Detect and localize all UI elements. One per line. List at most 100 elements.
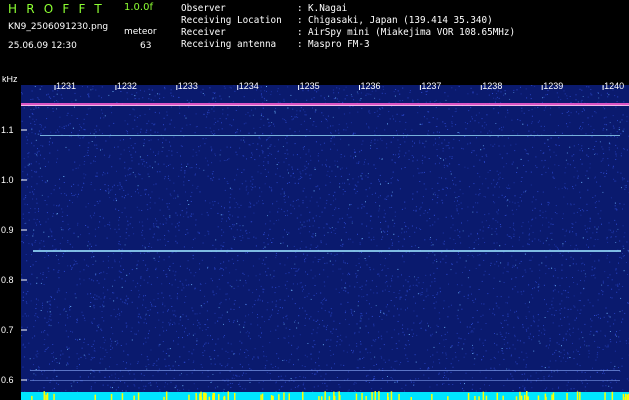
noise-speck [168,355,170,357]
noise-speck [552,223,554,225]
noise-speck [495,302,497,304]
noise-speck [145,193,146,195]
noise-speck [337,221,339,223]
noise-speck [313,319,315,321]
noise-speck [28,133,29,135]
noise-speck [528,259,530,261]
noise-speck [252,292,254,294]
noise-speck [580,257,582,259]
noise-speck [578,113,580,115]
noise-speck [349,285,351,287]
noise-speck [473,363,475,365]
noise-speck [250,206,252,208]
noise-speck [288,232,290,234]
noise-speck [511,375,513,377]
noise-speck [194,313,196,315]
noise-speck [558,291,560,293]
noise-speck [367,352,369,354]
noise-speck [338,132,340,134]
noise-speck [135,333,137,335]
noise-speck [510,355,512,357]
noise-speck [22,291,24,293]
noise-speck [278,162,280,164]
noise-speck [236,131,238,133]
noise-speck [264,157,266,159]
noise-speck [140,128,142,130]
noise-speck [420,123,422,125]
noise-speck [44,339,46,340]
noise-speck [243,324,245,326]
noise-speck [167,241,169,242]
noise-speck [220,301,222,303]
noise-speck [317,185,319,187]
noise-speck [318,227,320,229]
noise-speck [217,320,219,322]
noise-speck [485,323,487,324]
noise-speck [179,112,181,114]
noise-speck [152,167,153,169]
noise-speck [245,349,247,351]
noise-speck [255,275,257,277]
noise-speck [143,252,145,254]
noise-speck [31,169,33,171]
noise-speck [447,378,449,380]
noise-speck [417,285,418,287]
noise-speck [40,154,41,156]
noise-speck [451,87,453,89]
noise-speck [473,248,474,250]
noise-speck [457,309,459,311]
noise-speck [333,92,335,94]
noise-speck [37,299,39,301]
noise-speck [464,166,466,168]
noise-speck [212,291,214,293]
noise-speck [321,307,323,309]
noise-speck [164,88,166,90]
noise-speck [499,331,501,333]
noise-speck [622,286,624,287]
noise-speck [34,315,36,317]
noise-speck [180,214,181,216]
noise-speck [579,365,581,367]
noise-speck [267,155,269,157]
noise-speck [607,158,609,160]
noise-speck [564,186,565,188]
noise-speck [408,276,410,277]
noise-speck [327,252,329,254]
noise-speck [83,317,85,319]
noise-speck [104,339,106,341]
noise-speck [601,289,603,291]
noise-speck [304,310,306,312]
noise-speck [411,155,413,157]
noise-speck [234,237,236,239]
noise-speck [478,289,480,290]
noise-speck [404,222,406,223]
noise-speck [99,221,101,223]
noise-speck [183,388,185,390]
noise-speck [96,325,98,327]
noise-speck [549,232,551,234]
noise-speck [247,237,249,239]
noise-speck [235,132,237,134]
noise-speck [471,152,473,154]
noise-speck [539,214,541,216]
noise-speck [201,259,203,261]
noise-speck [439,362,441,364]
noise-speck [196,338,198,340]
noise-speck [545,171,547,173]
noise-speck [448,147,450,149]
noise-speck [243,326,245,328]
noise-speck [210,278,212,280]
noise-speck [312,217,314,219]
noise-speck [320,240,322,242]
noise-speck [233,198,235,200]
noise-speck [335,97,337,99]
noise-speck [230,387,232,388]
noise-speck [541,174,543,176]
noise-speck [112,347,113,349]
noise-speck [330,140,332,142]
noise-speck [69,307,70,308]
noise-speck [541,101,543,103]
noise-speck [591,320,593,322]
noise-speck [159,93,161,95]
noise-speck [147,167,149,168]
